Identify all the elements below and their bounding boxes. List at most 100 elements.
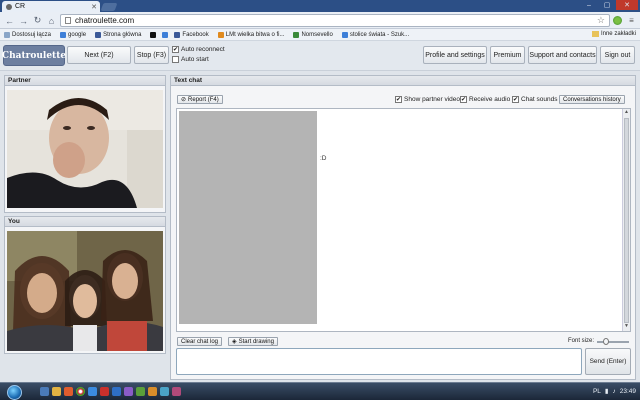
font-size-slider[interactable] <box>597 338 629 345</box>
bookmark-label: Strona główna <box>103 31 142 38</box>
chat-sounds-label: Chat sounds <box>521 96 558 103</box>
self-video <box>7 231 163 351</box>
bookmark-item[interactable]: stolice świata - Szuk... <box>341 31 409 38</box>
browser-tab[interactable]: CR ✕ <box>2 1 100 12</box>
minimize-icon[interactable]: – <box>580 0 598 10</box>
taskbar-app6-icon[interactable] <box>160 387 169 396</box>
partner-video-frame <box>7 90 163 208</box>
home-icon[interactable]: ⌂ <box>46 15 57 26</box>
back-arrow-icon[interactable]: ← <box>4 15 15 26</box>
bookmarks-bar: Dostosuj łącza google Strona główna Faceboo… <box>0 29 640 41</box>
scroll-thumb[interactable] <box>624 118 629 323</box>
profile-settings-button[interactable]: Profile and settings <box>423 46 487 64</box>
bookmark-item[interactable]: Strona główna <box>95 31 142 38</box>
close-window-icon[interactable]: ✕ <box>616 0 638 10</box>
taskbar-chrome-icon[interactable] <box>76 387 85 396</box>
tab-title: CR <box>15 3 26 10</box>
start-button[interactable] <box>3 383 25 400</box>
checkbox-checked-icon: ✔ <box>460 96 467 103</box>
taskbar-app2-icon[interactable] <box>100 387 109 396</box>
new-tab-button[interactable] <box>100 3 118 11</box>
bookmark-star-icon[interactable]: ☆ <box>597 15 605 26</box>
chat-message-input[interactable] <box>176 348 582 375</box>
chat-image-placeholder <box>179 111 317 324</box>
slider-handle[interactable] <box>603 338 609 345</box>
volume-icon[interactable]: ♪ <box>612 388 615 395</box>
partner-panel-title: Partner <box>5 76 165 86</box>
site-logo[interactable]: Chatroulette <box>2 45 66 66</box>
report-button[interactable]: ⊘ Report (F4) <box>177 95 223 104</box>
conversations-history-button[interactable]: Conversations history <box>559 95 625 104</box>
wrench-menu-icon[interactable]: ≡ <box>626 15 637 26</box>
bookmark-item[interactable]: google <box>60 31 86 38</box>
chat-message-fragment: :D <box>320 155 327 162</box>
support-contacts-button[interactable]: Support and contacts <box>528 46 597 64</box>
page-icon <box>65 17 71 24</box>
checkbox-checked-icon: ✔ <box>395 96 402 103</box>
bookmark-label: LMt wielka bitwa o fi... <box>225 31 285 38</box>
extension-icon[interactable] <box>612 15 623 26</box>
taskbar-word-icon[interactable] <box>112 387 121 396</box>
show-partner-video-checkbox[interactable]: ✔ Show partner video <box>395 96 460 103</box>
bookmark-favicon-icon <box>150 31 157 38</box>
show-partner-video-label: Show partner video <box>404 96 461 103</box>
scroll-down-icon[interactable]: ▼ <box>623 323 630 331</box>
auto-start-checkbox[interactable]: Auto start <box>172 56 209 63</box>
bookmark-label: Dostosuj łącza <box>12 31 52 38</box>
pencil-icon: ◈ <box>232 339 237 345</box>
taskbar-app4-icon[interactable] <box>136 387 145 396</box>
chat-sounds-checkbox[interactable]: ✔ Chat sounds <box>512 96 558 103</box>
system-tray: PL ▮ ♪ 23:49 <box>589 387 636 396</box>
taskbar-app7-icon[interactable] <box>172 387 181 396</box>
auto-reconnect-checkbox[interactable]: ✔ Auto reconnect <box>172 46 225 53</box>
next-button[interactable]: Next (F2) <box>67 46 131 64</box>
language-indicator[interactable]: PL <box>593 388 601 395</box>
partner-panel: Partner <box>4 75 166 213</box>
scroll-up-icon[interactable]: ▲ <box>623 109 630 117</box>
bookmark-favicon-icon <box>162 31 169 38</box>
premium-button[interactable]: Premium <box>490 46 525 64</box>
clock[interactable]: 23:49 <box>620 388 636 395</box>
taskbar-app5-icon[interactable] <box>148 387 157 396</box>
bookmark-favicon-icon <box>60 31 67 38</box>
other-bookmarks-label: Inne zakładki <box>600 31 636 37</box>
clear-chat-log-button[interactable]: Clear chat log <box>177 337 223 346</box>
windows-orb-icon <box>6 384 22 400</box>
taskbar-media-icon[interactable] <box>64 387 73 396</box>
sign-out-button[interactable]: Sign out <box>600 46 635 64</box>
bookmark-favicon-icon <box>4 31 10 38</box>
reload-icon[interactable]: ↻ <box>32 15 43 26</box>
start-drawing-button[interactable]: ◈ Start drawing <box>228 337 278 346</box>
tab-favicon-icon <box>6 3 12 10</box>
bookmark-favicon-icon <box>174 31 181 38</box>
bookmark-item[interactable]: Nomsevello <box>293 31 333 38</box>
checkbox-checked-icon: ✔ <box>172 46 179 53</box>
auto-reconnect-label: Auto reconnect <box>181 46 225 53</box>
taskbar-app3-icon[interactable] <box>124 387 133 396</box>
taskbar-skype-icon[interactable] <box>88 387 97 396</box>
bookmark-item[interactable] <box>150 31 158 38</box>
network-icon[interactable]: ▮ <box>605 387 609 395</box>
bookmark-item[interactable]: LMt wielka bitwa o fi... <box>217 31 285 38</box>
taskbar-folder-icon[interactable] <box>52 387 61 396</box>
address-bar[interactable]: chatroulette.com ☆ <box>60 14 610 27</box>
browser-toolbar: ← → ↻ ⌂ chatroulette.com ☆ ≡ <box>0 12 640 29</box>
bookmark-item[interactable] <box>162 31 170 38</box>
other-bookmarks[interactable]: Inne zakładki <box>591 31 636 37</box>
auto-start-label: Auto start <box>181 56 209 63</box>
receive-audio-checkbox[interactable]: ✔ Receive audio <box>460 96 510 103</box>
bookmark-favicon-icon <box>217 31 224 38</box>
site-header: Chatroulette Next (F2) Stop (F3) ✔ Auto … <box>0 41 640 71</box>
stop-button[interactable]: Stop (F3) <box>134 46 169 64</box>
chat-log[interactable]: :D ▲ ▼ <box>176 108 631 332</box>
maximize-icon[interactable]: ▢ <box>598 0 616 10</box>
bookmark-item[interactable]: Dostosuj łącza <box>4 31 52 38</box>
send-button[interactable]: Send (Enter) <box>585 348 631 375</box>
tab-close-icon[interactable]: ✕ <box>91 3 97 11</box>
url-text: chatroulette.com <box>75 16 135 25</box>
windows-taskbar: PL ▮ ♪ 23:49 <box>0 382 640 400</box>
bookmark-item[interactable]: Facebook <box>174 31 209 38</box>
taskbar-app-icon[interactable] <box>40 387 49 396</box>
forward-arrow-icon[interactable]: → <box>18 15 29 26</box>
chat-scrollbar[interactable]: ▲ ▼ <box>622 109 630 331</box>
